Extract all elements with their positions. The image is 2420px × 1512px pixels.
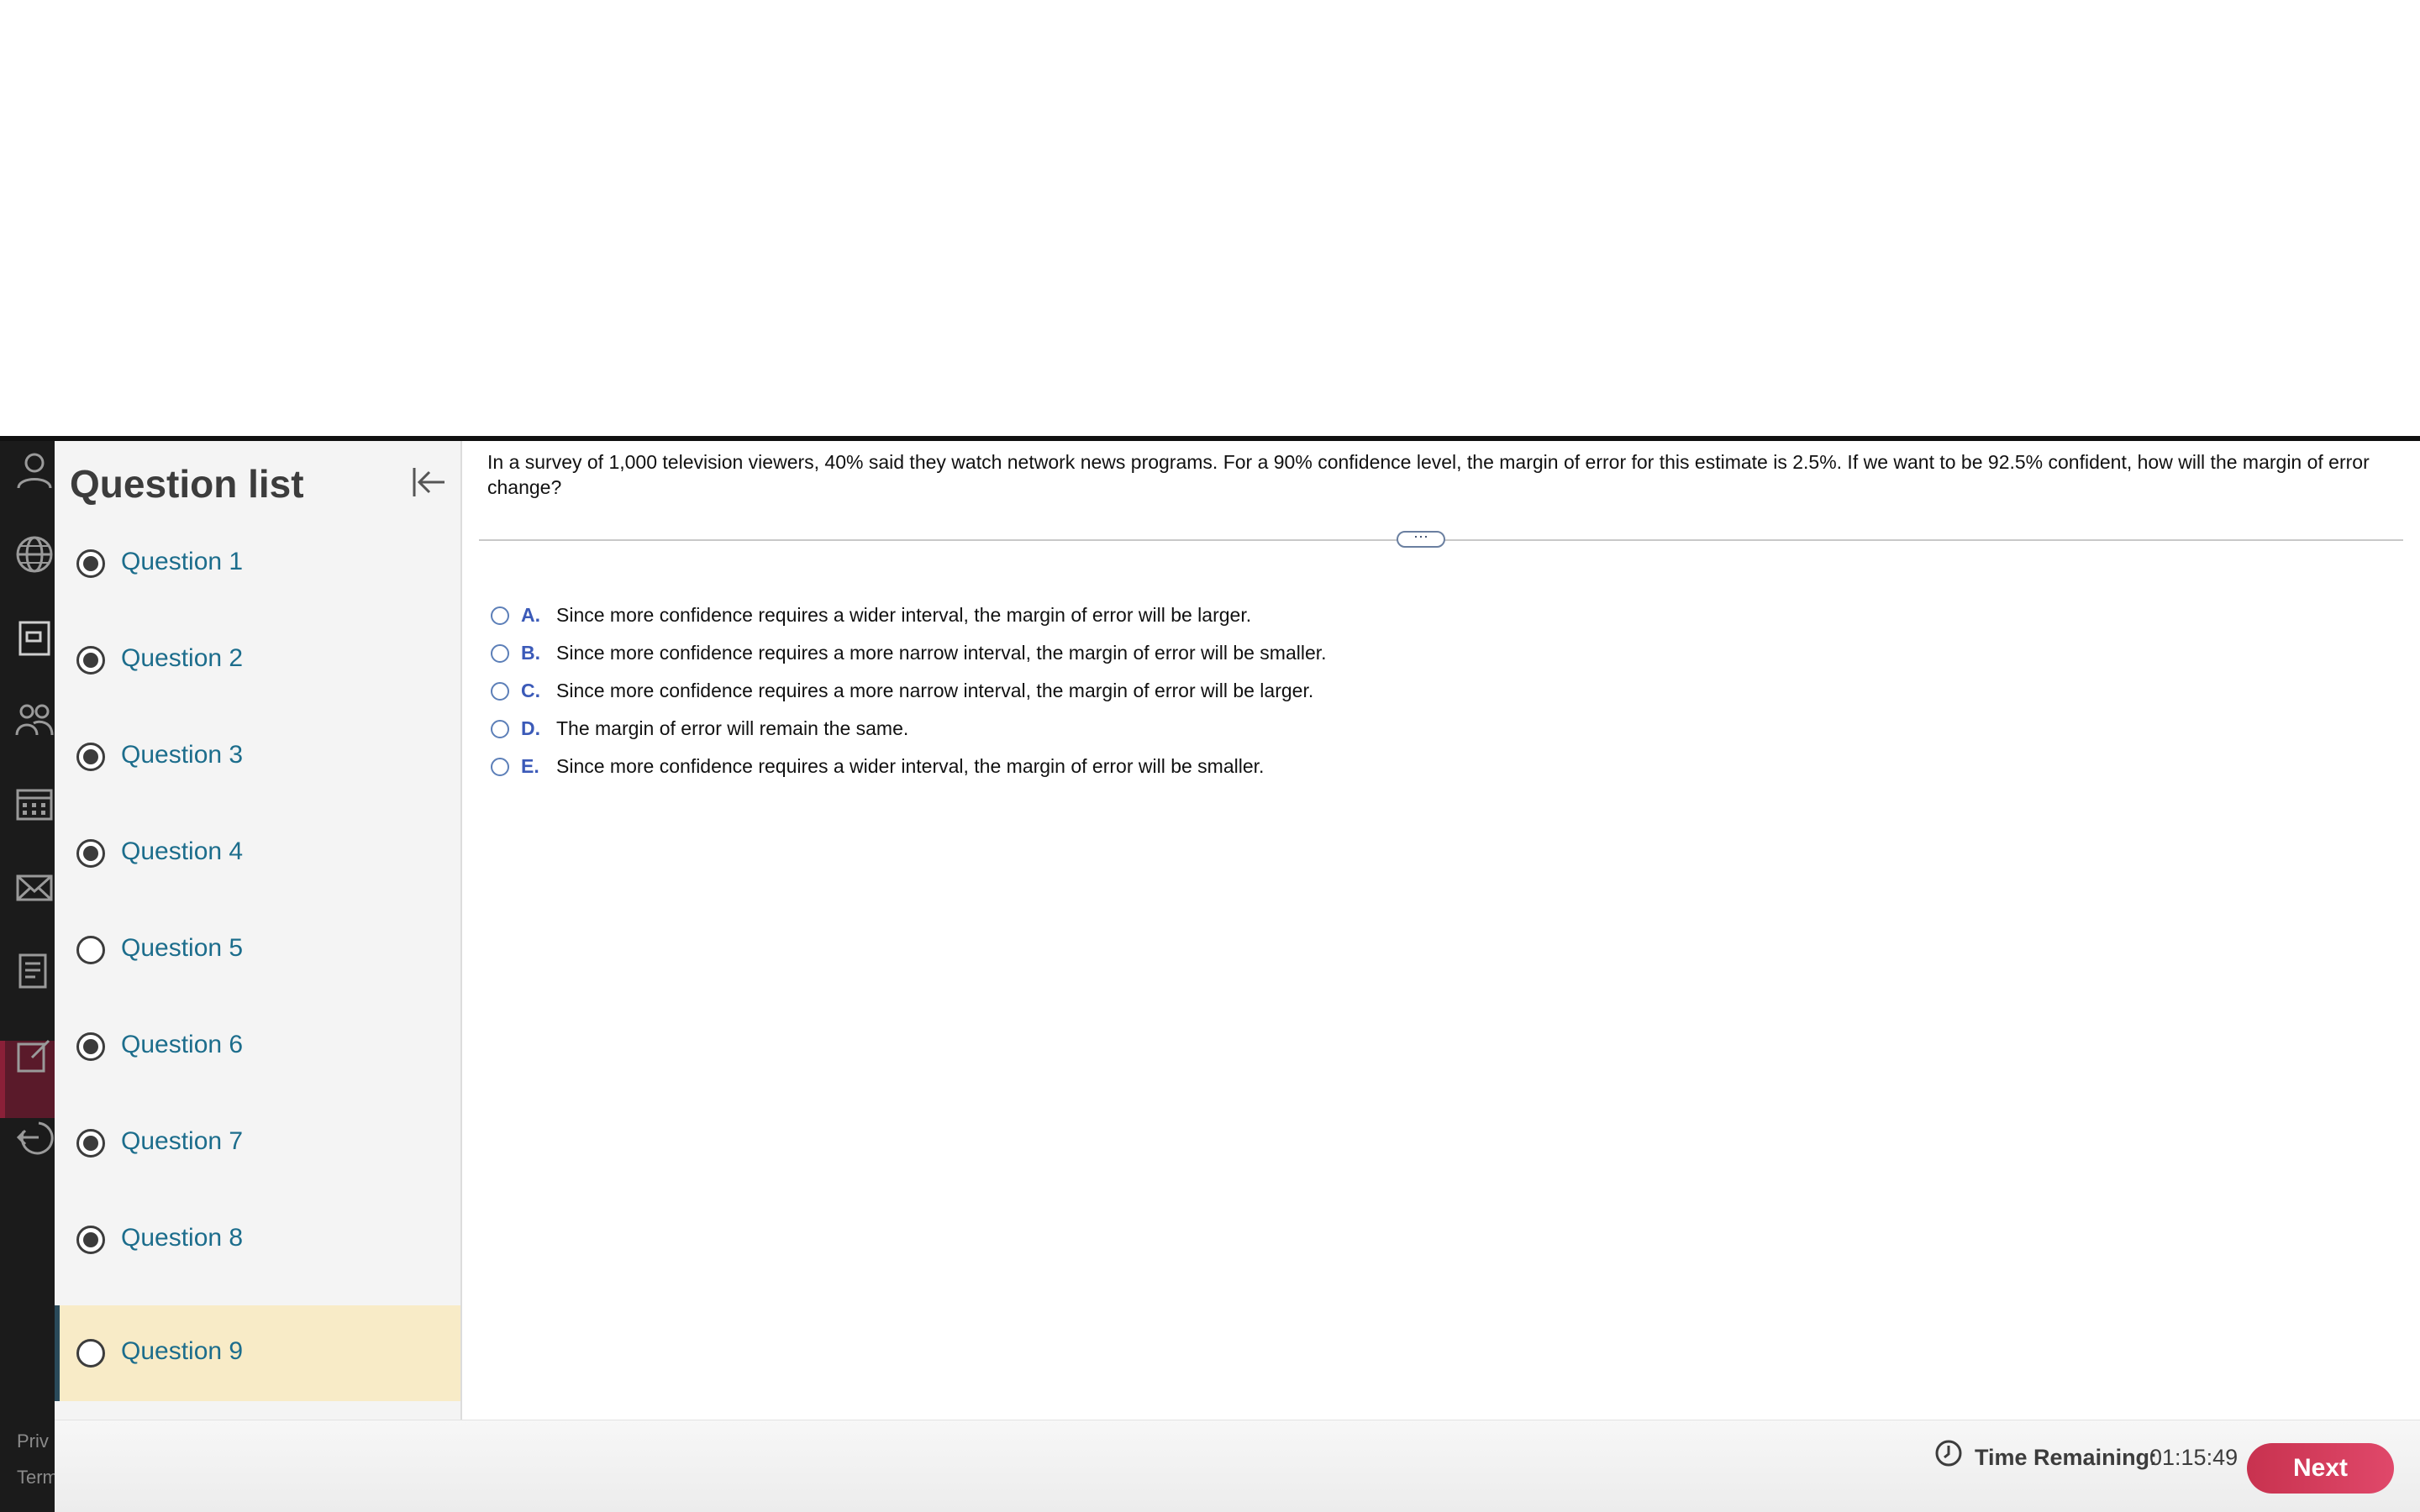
question-item-label: Question 3	[121, 741, 244, 769]
radio-button[interactable]	[491, 719, 509, 738]
answered-indicator-icon	[76, 743, 105, 771]
collapse-left-icon	[413, 468, 445, 496]
question-item-7[interactable]: Question 7	[55, 1095, 460, 1191]
privacy-link[interactable]: Priv	[17, 1431, 55, 1452]
question-item-label: Question 5	[121, 934, 244, 962]
option-text: Since more confidence requires a wider i…	[556, 755, 1265, 777]
option-letter: D.	[521, 717, 540, 739]
user-icon[interactable]	[15, 451, 54, 490]
unanswered-indicator-icon	[76, 936, 105, 964]
option-text: The margin of error will remain the same…	[556, 717, 909, 739]
answered-indicator-icon	[76, 1226, 105, 1254]
question-item-label: Question 4	[121, 837, 244, 865]
question-item-label: Question 1	[121, 548, 244, 575]
logout-icon[interactable]	[15, 1118, 54, 1157]
option-text: Since more confidence requires a more na…	[556, 680, 1314, 701]
question-item-label: Question 2	[121, 644, 244, 672]
question-list-title: Question list	[70, 462, 304, 506]
pane-resize-handle[interactable]: ⋯	[1397, 529, 1445, 548]
answered-indicator-icon	[76, 1032, 105, 1061]
option-c[interactable]: C. Since more confidence requires a more…	[491, 672, 1327, 710]
nav-rail: Priv Term	[0, 441, 55, 1512]
answered-indicator-icon	[76, 839, 105, 868]
answer-options: A. Since more confidence requires a wide…	[491, 596, 1327, 785]
collapse-panel-button[interactable]	[408, 461, 450, 503]
question-item-6[interactable]: Question 6	[55, 999, 460, 1095]
question-item-8[interactable]: Question 8	[55, 1192, 460, 1288]
option-a[interactable]: A. Since more confidence requires a wide…	[491, 596, 1327, 634]
question-item-4[interactable]: Question 4	[55, 806, 460, 901]
document-icon[interactable]	[15, 952, 54, 990]
mail-icon[interactable]	[15, 868, 54, 906]
question-item-label: Question 6	[121, 1031, 244, 1058]
question-item-2[interactable]: Question 2	[55, 612, 460, 708]
next-button[interactable]: Next	[2247, 1443, 2394, 1494]
question-list-panel: Question list Question 1 Question 2 Ques…	[55, 441, 462, 1420]
question-text: In a survey of 1,000 television viewers,…	[487, 451, 2370, 498]
option-letter: E.	[521, 755, 539, 777]
answered-indicator-icon	[76, 1129, 105, 1158]
option-e[interactable]: E. Since more confidence requires a wide…	[491, 748, 1327, 785]
calendar-icon[interactable]	[15, 784, 54, 822]
unanswered-indicator-icon	[76, 1339, 105, 1368]
radio-button[interactable]	[491, 681, 509, 701]
option-letter: A.	[521, 604, 540, 626]
question-item-label: Question 7	[121, 1127, 244, 1155]
option-b[interactable]: B. Since more confidence requires a more…	[491, 634, 1327, 672]
answered-indicator-icon	[76, 549, 105, 578]
time-remaining-value: 01:15:49	[2149, 1445, 2238, 1470]
time-remaining-label: Time Remaining:	[1975, 1445, 2158, 1470]
question-item-label: Question 9	[121, 1337, 244, 1365]
blank-top-area	[0, 0, 2420, 436]
question-content: In a survey of 1,000 television viewers,…	[462, 441, 2420, 1420]
edit-icon[interactable]	[15, 1036, 54, 1074]
radio-button[interactable]	[491, 643, 509, 663]
option-d[interactable]: D. The margin of error will remain the s…	[491, 710, 1327, 748]
question-item-3[interactable]: Question 3	[55, 709, 460, 805]
option-text: Since more confidence requires a wider i…	[556, 604, 1252, 626]
radio-button[interactable]	[491, 606, 509, 625]
gradebook-icon[interactable]	[15, 619, 54, 658]
question-item-5[interactable]: Question 5	[55, 902, 460, 998]
option-letter: B.	[521, 642, 540, 664]
clock-icon	[1934, 1439, 1963, 1467]
question-item-1[interactable]: Question 1	[55, 516, 460, 612]
question-item-9[interactable]: Question 9	[55, 1305, 460, 1401]
people-icon[interactable]	[15, 701, 54, 740]
option-letter: C.	[521, 680, 540, 701]
option-text: Since more confidence requires a more na…	[556, 642, 1327, 664]
radio-button[interactable]	[491, 757, 509, 776]
question-item-label: Question 8	[121, 1224, 244, 1252]
terms-link[interactable]: Term	[17, 1467, 55, 1488]
globe-icon[interactable]	[15, 535, 54, 574]
answered-indicator-icon	[76, 646, 105, 675]
